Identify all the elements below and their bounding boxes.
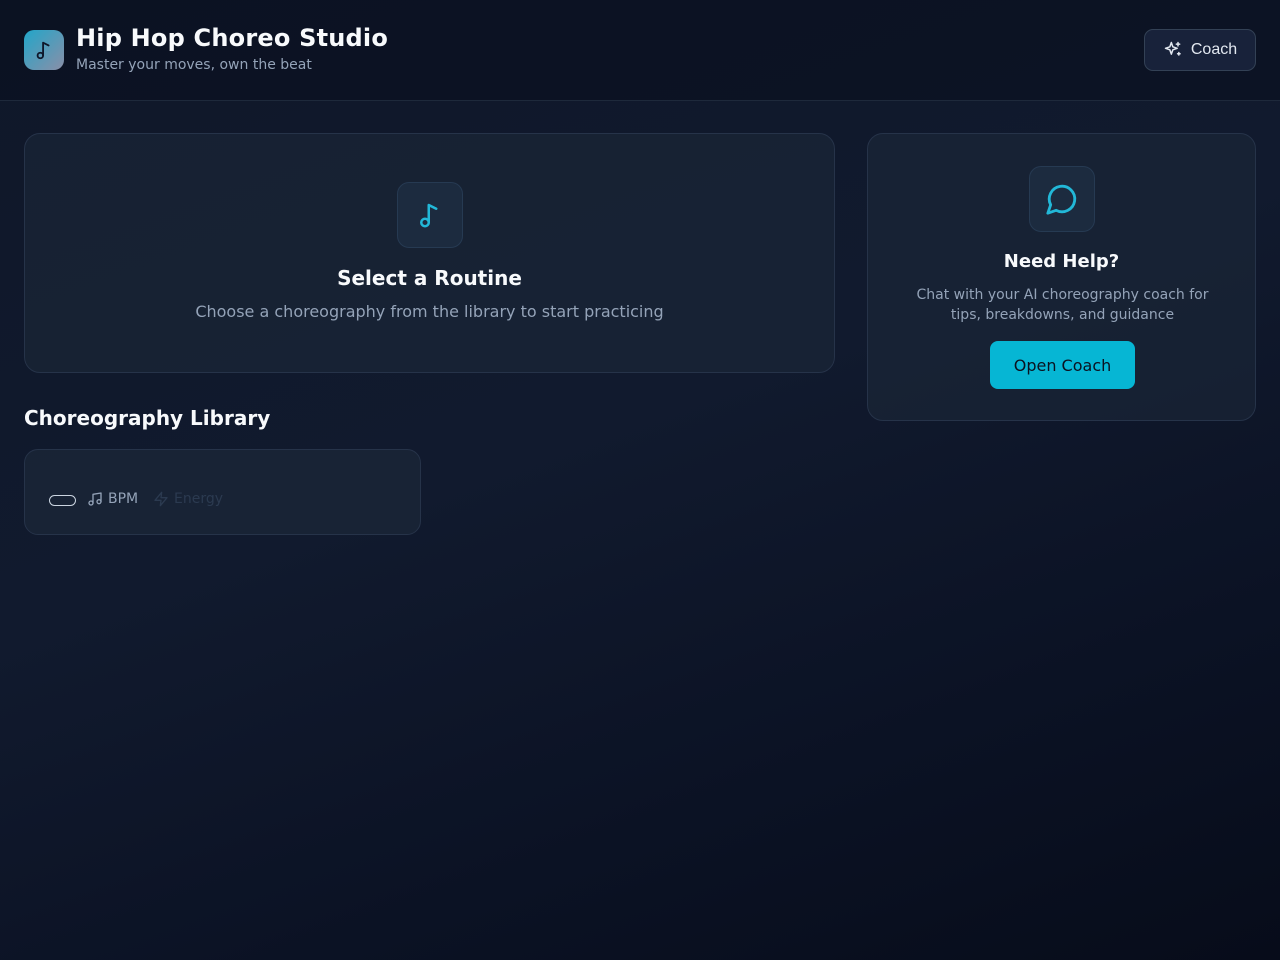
need-help-panel: Need Help? Chat with your AI choreograph… xyxy=(867,133,1256,421)
music-note-icon xyxy=(420,203,438,228)
sparkles-icon xyxy=(1164,41,1181,56)
app-subtitle: Master your moves, own the beat xyxy=(76,57,312,73)
bpm-meta: BPM xyxy=(87,491,138,507)
coach-button[interactable]: Coach xyxy=(1144,29,1256,71)
open-coach-button[interactable]: Open Coach xyxy=(990,341,1135,389)
chat-bubble-icon xyxy=(1046,184,1077,215)
routine-icon-tile xyxy=(397,182,463,248)
app-logo xyxy=(24,30,64,70)
music-note-icon xyxy=(36,41,50,60)
difficulty-badge xyxy=(49,495,76,506)
help-panel-title: Need Help? xyxy=(1003,251,1120,272)
routine-panel-title: Select a Routine xyxy=(337,266,522,290)
coach-button-label: Coach xyxy=(1190,41,1238,58)
help-icon-tile xyxy=(1029,166,1095,232)
app-header: Hip Hop Choreo Studio Master your moves,… xyxy=(0,0,1280,101)
bpm-label: BPM xyxy=(108,491,139,507)
app-title: Hip Hop Choreo Studio xyxy=(76,24,389,52)
energy-label: Energy xyxy=(174,491,224,507)
energy-meta: Energy xyxy=(153,491,223,507)
routine-panel-description: Choose a choreography from the library t… xyxy=(195,302,664,321)
lightning-icon xyxy=(154,491,168,507)
music-notes-icon xyxy=(88,492,102,506)
library-item[interactable]: BPM Energy xyxy=(24,449,421,535)
help-panel-description: Chat with your AI choreography coach for… xyxy=(916,287,1209,323)
select-routine-panel: Select a Routine Choose a choreography f… xyxy=(24,133,835,373)
library-title: Choreography Library xyxy=(24,406,271,430)
